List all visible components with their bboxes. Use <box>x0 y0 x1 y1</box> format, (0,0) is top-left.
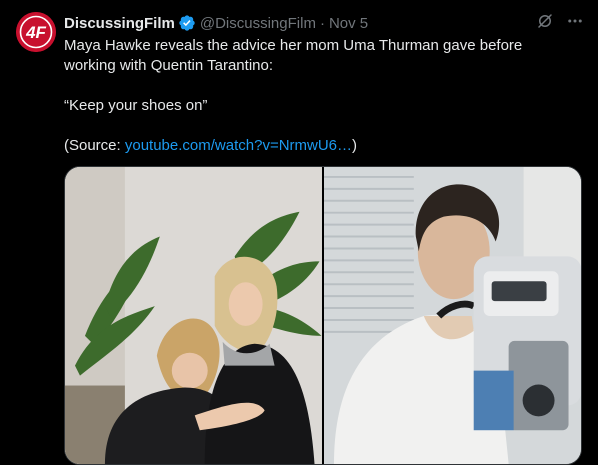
source-suffix: ) <box>352 137 358 154</box>
media-photo-right[interactable] <box>323 167 581 464</box>
grok-icon[interactable] <box>536 12 554 30</box>
account-handle[interactable]: @DiscussingFilm <box>200 15 316 32</box>
tweet-text: Maya Hawke reveals the advice her mom Um… <box>64 36 574 156</box>
media-photo-left[interactable] <box>65 167 322 464</box>
tweet-header: DiscussingFilm @DiscussingFilm · Nov 5 <box>64 12 368 34</box>
separator-dot: · <box>319 14 325 32</box>
tweet-source: (Source: youtube.com/watch?v=NrmwU6…) <box>64 136 574 156</box>
media-grid <box>64 166 582 465</box>
more-icon[interactable] <box>566 12 584 30</box>
tweet-quote: “Keep your shoes on” <box>64 97 208 114</box>
svg-text:4F: 4F <box>25 23 46 42</box>
verified-badge-icon <box>178 14 196 32</box>
source-prefix: (Source: <box>64 137 125 154</box>
account-name[interactable]: DiscussingFilm <box>64 15 175 32</box>
avatar[interactable]: 4F <box>16 12 56 52</box>
tweet-date[interactable]: Nov 5 <box>329 15 368 32</box>
tweet-actions <box>536 12 584 30</box>
discussingfilm-logo: 4F <box>16 12 56 52</box>
tweet[interactable]: 4F DiscussingFilm @DiscussingFilm · Nov … <box>0 0 598 465</box>
source-link[interactable]: youtube.com/watch?v=NrmwU6… <box>125 137 352 154</box>
tweet-text-line: Maya Hawke reveals the advice her mom Um… <box>64 37 523 74</box>
